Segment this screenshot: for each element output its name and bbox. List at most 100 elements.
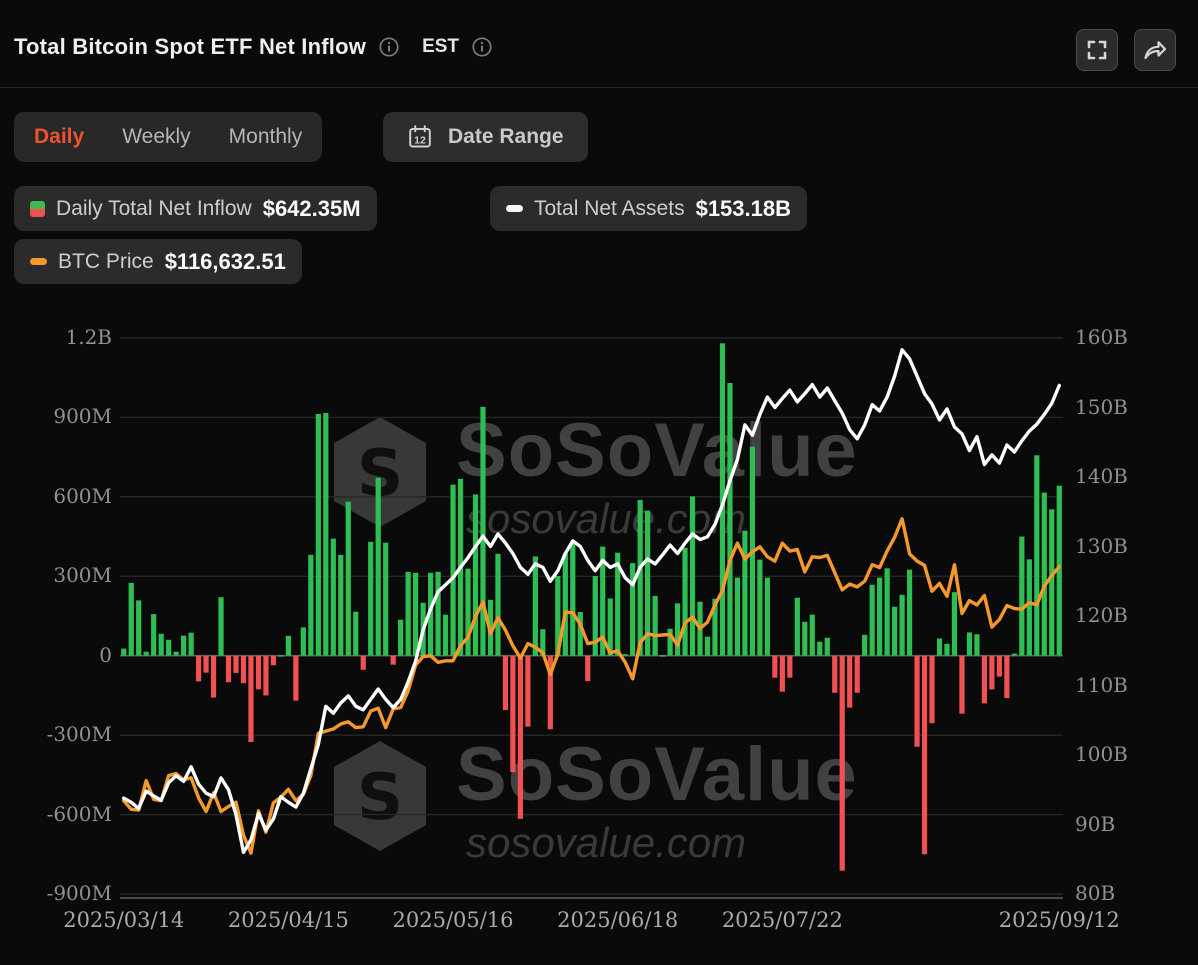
net-inflow-bar[interactable] (982, 656, 987, 704)
net-inflow-bar[interactable] (735, 578, 740, 656)
net-inflow-bar[interactable] (638, 500, 643, 656)
net-inflow-bar[interactable] (870, 585, 875, 656)
net-inflow-bar[interactable] (525, 656, 530, 727)
net-inflow-bar[interactable] (570, 542, 575, 656)
net-inflow-bar[interactable] (899, 595, 904, 656)
net-inflow-bar[interactable] (727, 383, 732, 656)
net-inflow-bar[interactable] (218, 597, 223, 656)
net-inflow-bar[interactable] (533, 556, 538, 655)
net-inflow-bar[interactable] (144, 652, 149, 656)
net-inflow-bar[interactable] (450, 485, 455, 656)
net-inflow-bar[interactable] (203, 656, 208, 673)
net-inflow-bar[interactable] (518, 656, 523, 819)
net-inflow-bar[interactable] (211, 656, 216, 698)
net-inflow-bar[interactable] (907, 570, 912, 656)
net-inflow-bar[interactable] (465, 569, 470, 656)
net-inflow-bar[interactable] (855, 656, 860, 693)
net-inflow-bar[interactable] (862, 635, 867, 656)
net-inflow-bar[interactable] (952, 592, 957, 656)
net-inflow-bar[interactable] (406, 572, 411, 656)
net-inflow-bar[interactable] (795, 598, 800, 656)
net-inflow-bar[interactable] (256, 656, 261, 690)
net-assets-line[interactable] (124, 350, 1060, 853)
net-inflow-bar[interactable] (937, 639, 942, 656)
net-inflow-bar[interactable] (368, 542, 373, 656)
net-inflow-bar[interactable] (922, 656, 927, 855)
net-inflow-bar[interactable] (263, 656, 268, 696)
net-inflow-bar[interactable] (944, 644, 949, 656)
net-inflow-bar[interactable] (413, 573, 418, 656)
net-inflow-bar[interactable] (233, 656, 238, 673)
net-inflow-bar[interactable] (682, 548, 687, 656)
net-inflow-bar[interactable] (188, 633, 193, 656)
net-inflow-bar[interactable] (278, 655, 283, 657)
net-inflow-bar[interactable] (391, 656, 396, 665)
net-inflow-bar[interactable] (151, 614, 156, 656)
net-inflow-bar[interactable] (129, 583, 134, 656)
chart-area[interactable]: S SoSoValue sosovalue.com S SoSoValue so… (0, 0, 1198, 965)
net-inflow-bar[interactable] (997, 656, 1002, 677)
net-inflow-bar[interactable] (196, 656, 201, 682)
net-inflow-bar[interactable] (802, 622, 807, 656)
net-inflow-bar[interactable] (705, 637, 710, 656)
net-inflow-bar[interactable] (847, 656, 852, 708)
net-inflow-bar[interactable] (271, 656, 276, 666)
net-inflow-bar[interactable] (174, 652, 179, 656)
net-inflow-bar[interactable] (398, 620, 403, 656)
net-inflow-bar[interactable] (346, 502, 351, 656)
net-inflow-bar[interactable] (690, 496, 695, 655)
chart-canvas[interactable] (0, 0, 1198, 965)
net-inflow-bar[interactable] (989, 656, 994, 690)
net-inflow-bar[interactable] (840, 656, 845, 871)
net-inflow-bar[interactable] (301, 627, 306, 655)
net-inflow-bar[interactable] (1049, 509, 1054, 655)
net-inflow-bar[interactable] (1019, 537, 1024, 656)
net-inflow-bar[interactable] (510, 656, 515, 772)
net-inflow-bar[interactable] (316, 414, 321, 656)
net-inflow-bar[interactable] (660, 655, 665, 657)
net-inflow-bar[interactable] (877, 578, 882, 656)
net-inflow-bar[interactable] (563, 554, 568, 656)
net-inflow-bar[interactable] (331, 539, 336, 656)
net-inflow-bar[interactable] (473, 494, 478, 655)
net-inflow-bar[interactable] (286, 636, 291, 656)
net-inflow-bar[interactable] (166, 640, 171, 656)
net-inflow-bar[interactable] (323, 413, 328, 656)
net-inflow-bar[interactable] (376, 478, 381, 656)
net-inflow-bar[interactable] (383, 543, 388, 656)
net-inflow-bar[interactable] (443, 615, 448, 656)
net-inflow-bar[interactable] (181, 636, 186, 656)
net-inflow-bar[interactable] (914, 656, 919, 747)
net-inflow-bar[interactable] (772, 656, 777, 678)
net-inflow-bar[interactable] (885, 568, 890, 655)
net-inflow-bar[interactable] (780, 656, 785, 692)
net-inflow-bar[interactable] (653, 596, 658, 656)
net-inflow-bar[interactable] (353, 612, 358, 656)
net-inflow-bar[interactable] (136, 600, 141, 655)
net-inflow-bar[interactable] (121, 649, 126, 656)
net-inflow-bar[interactable] (495, 554, 500, 656)
net-inflow-bar[interactable] (832, 656, 837, 693)
net-inflow-bar[interactable] (959, 656, 964, 714)
net-inflow-bar[interactable] (675, 603, 680, 655)
net-inflow-bar[interactable] (293, 656, 298, 701)
net-inflow-bar[interactable] (226, 656, 231, 682)
net-inflow-bar[interactable] (757, 560, 762, 656)
net-inflow-bar[interactable] (241, 656, 246, 684)
net-inflow-bar[interactable] (817, 642, 822, 656)
net-inflow-bar[interactable] (810, 615, 815, 656)
net-inflow-bar[interactable] (503, 656, 508, 710)
net-inflow-bar[interactable] (159, 634, 164, 656)
net-inflow-bar[interactable] (435, 572, 440, 656)
net-inflow-bar[interactable] (623, 654, 628, 656)
net-inflow-bar[interactable] (825, 638, 830, 656)
net-inflow-bar[interactable] (480, 407, 485, 656)
net-inflow-bar[interactable] (308, 555, 313, 656)
net-inflow-bar[interactable] (1004, 656, 1009, 698)
net-inflow-bar[interactable] (742, 531, 747, 656)
net-inflow-bar[interactable] (338, 555, 343, 656)
net-inflow-bar[interactable] (765, 578, 770, 656)
net-inflow-bar[interactable] (1042, 493, 1047, 656)
net-inflow-bar[interactable] (967, 632, 972, 655)
net-inflow-bar[interactable] (585, 656, 590, 681)
